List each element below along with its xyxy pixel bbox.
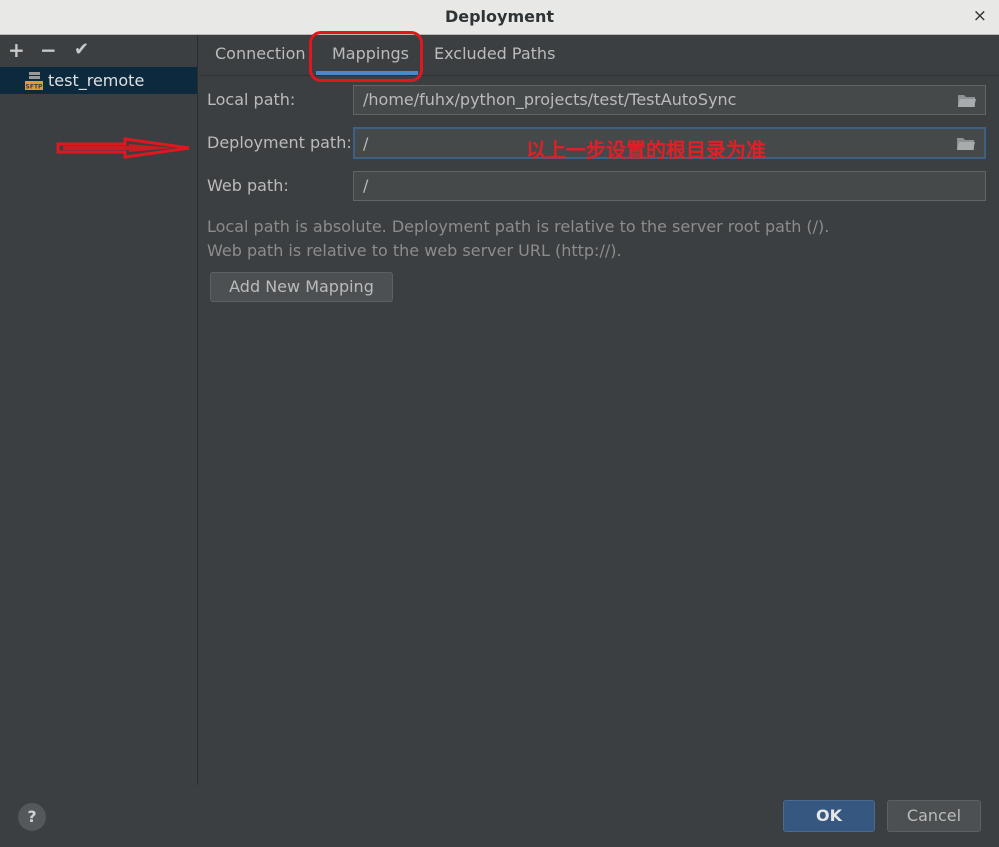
local-path-value: /home/fuhx/python_projects/test/TestAuto… bbox=[363, 90, 737, 109]
close-icon[interactable]: × bbox=[973, 6, 987, 26]
sftp-server-icon: SFTP bbox=[25, 72, 44, 91]
server-name: test_remote bbox=[48, 71, 145, 90]
remove-server-icon[interactable]: − bbox=[40, 39, 57, 61]
tab-connection[interactable]: Connection bbox=[215, 44, 306, 63]
deployment-path-label: Deployment path: bbox=[207, 133, 352, 152]
apply-checkmark-icon[interactable]: ✔ bbox=[74, 39, 89, 61]
help-icon[interactable]: ? bbox=[18, 803, 46, 831]
annotation-arrow-icon bbox=[56, 137, 190, 159]
annotation-highlight-box bbox=[309, 31, 423, 82]
title-bar: Deployment × bbox=[0, 0, 999, 35]
tab-excluded-paths[interactable]: Excluded Paths bbox=[434, 44, 555, 63]
local-path-label: Local path: bbox=[207, 90, 296, 109]
web-path-label: Web path: bbox=[207, 176, 289, 195]
add-server-icon[interactable]: + bbox=[8, 39, 25, 61]
web-path-value: / bbox=[363, 176, 369, 195]
folder-icon[interactable] bbox=[956, 136, 976, 151]
cancel-button[interactable]: Cancel bbox=[887, 800, 981, 832]
svg-text:SFTP: SFTP bbox=[26, 84, 44, 91]
info-text-line2: Web path is relative to the web server U… bbox=[207, 241, 622, 260]
server-list-item[interactable]: SFTP test_remote bbox=[0, 67, 197, 94]
annotation-text: 以上一步设置的根目录为准 bbox=[526, 138, 766, 162]
info-text-line1: Local path is absolute. Deployment path … bbox=[207, 217, 830, 236]
local-path-field[interactable]: /home/fuhx/python_projects/test/TestAuto… bbox=[353, 85, 986, 115]
deployment-path-value: / bbox=[363, 134, 369, 153]
window-title: Deployment bbox=[444, 7, 555, 26]
folder-icon[interactable] bbox=[957, 93, 977, 108]
add-new-mapping-button[interactable]: Add New Mapping bbox=[210, 272, 393, 302]
web-path-field[interactable]: / bbox=[353, 171, 986, 201]
ok-button[interactable]: OK bbox=[783, 800, 875, 832]
